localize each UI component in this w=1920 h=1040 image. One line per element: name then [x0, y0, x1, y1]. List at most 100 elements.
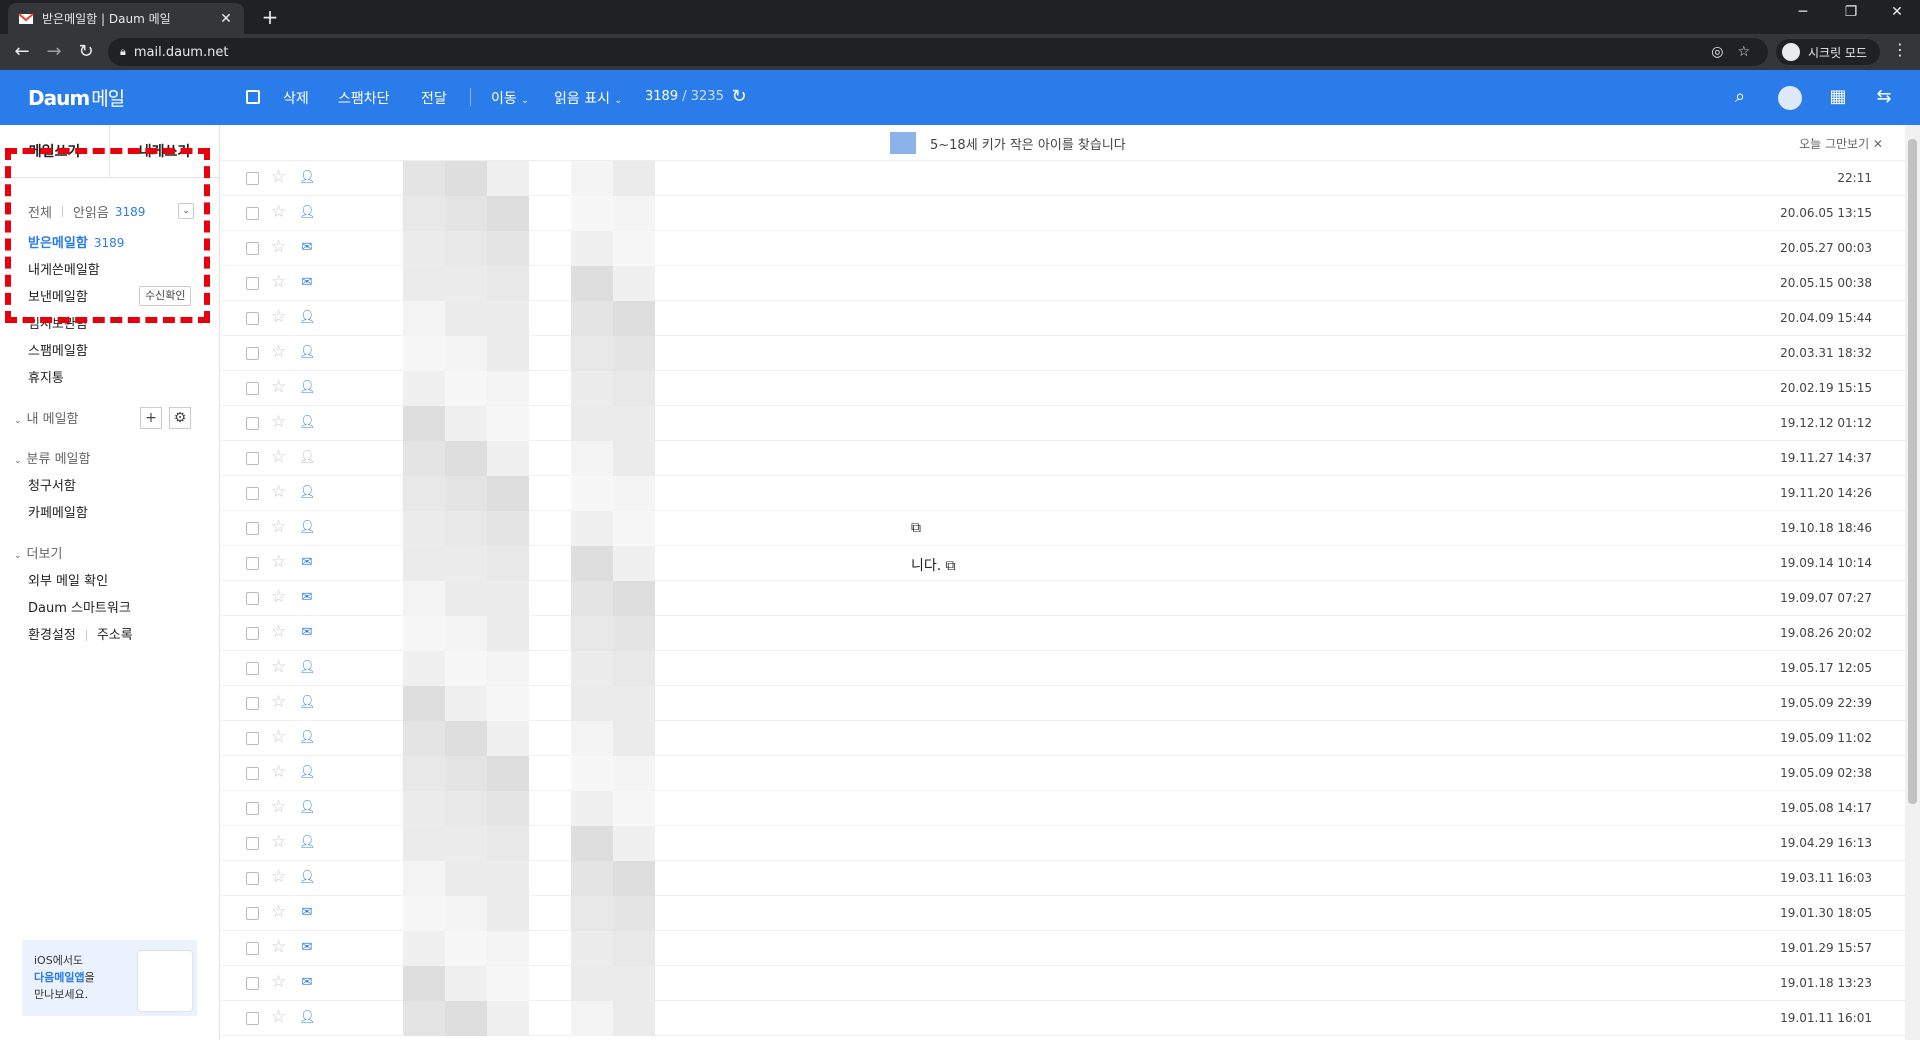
star-icon[interactable]: ☆	[271, 797, 286, 817]
star-icon[interactable]: ☆	[271, 482, 286, 502]
row-checkbox[interactable]	[246, 697, 259, 710]
star-icon[interactable]: ☆	[271, 447, 286, 467]
row-checkbox[interactable]	[246, 522, 259, 535]
category-section[interactable]: ⌄ 분류 메일함	[14, 448, 90, 467]
daum-logo[interactable]: Daum 메일	[28, 84, 125, 111]
mail-row[interactable]: ☆ ✉ 20.05.27 00:03	[221, 231, 1905, 266]
mail-row[interactable]: ☆ 👤︎ 20.06.05 13:15	[221, 196, 1905, 231]
star-icon[interactable]: ☆	[271, 762, 286, 782]
bookmark-star-icon[interactable]: ☆	[1737, 44, 1750, 60]
star-icon[interactable]: ☆	[271, 587, 286, 607]
mailbox-cafe[interactable]: 카페메일함	[28, 502, 88, 521]
delete-button[interactable]: 삭제	[283, 88, 309, 108]
incognito-badge[interactable]: 시크릿 모드	[1776, 39, 1880, 65]
switch-view-icon[interactable]: ⇆	[1871, 84, 1897, 110]
add-mailbox-icon[interactable]: +	[140, 407, 162, 429]
reload-icon[interactable]: ↻	[74, 40, 98, 64]
more-section[interactable]: ⌄ 더보기	[14, 543, 62, 562]
star-icon[interactable]: ☆	[271, 1007, 286, 1027]
star-icon[interactable]: ☆	[271, 622, 286, 642]
scrollbar[interactable]	[1905, 125, 1920, 1040]
mail-row[interactable]: ☆ 👤︎ 19.05.09 02:38	[221, 756, 1905, 791]
row-checkbox[interactable]	[246, 872, 259, 885]
star-icon[interactable]: ☆	[271, 937, 286, 957]
row-checkbox[interactable]	[246, 837, 259, 850]
star-icon[interactable]: ☆	[271, 517, 286, 537]
row-checkbox[interactable]	[246, 417, 259, 430]
star-icon[interactable]: ☆	[271, 237, 286, 257]
avatar[interactable]	[1778, 86, 1802, 110]
star-icon[interactable]: ☆	[271, 867, 286, 887]
row-checkbox[interactable]	[246, 662, 259, 675]
row-checkbox[interactable]	[246, 242, 259, 255]
star-icon[interactable]: ☆	[271, 342, 286, 362]
row-checkbox[interactable]	[246, 732, 259, 745]
star-icon[interactable]: ☆	[271, 902, 286, 922]
notice-close-button[interactable]: 오늘 그만보기 ✕	[1799, 135, 1883, 152]
browser-menu-icon[interactable]: ⋮	[1892, 40, 1908, 59]
notice-banner[interactable]: 5~18세 키가 작은 아이를 찾습니다 오늘 그만보기 ✕	[221, 125, 1905, 161]
row-checkbox[interactable]	[246, 802, 259, 815]
star-icon[interactable]: ☆	[271, 832, 286, 852]
mail-row[interactable]: ☆ ✉ 19.01.30 18:05	[221, 896, 1905, 931]
mail-row[interactable]: ☆ 👤︎ 19.01.11 16:01	[221, 1001, 1905, 1036]
settings-link[interactable]: 환경설정	[28, 628, 76, 643]
address-bar[interactable]: 🔒︎ mail.daum.net ◎ ☆	[108, 38, 1768, 66]
mail-row[interactable]: ☆ 👤︎ 19.05.17 12:05	[221, 651, 1905, 686]
mark-read-dropdown[interactable]: 읽음 표시 ⌄	[554, 88, 622, 108]
mail-row[interactable]: ☆ ✉ 19.09.07 07:27	[221, 581, 1905, 616]
star-icon[interactable]: ☆	[271, 202, 286, 222]
mail-subject[interactable]: ⧉	[911, 520, 921, 536]
back-icon[interactable]: ←	[10, 40, 34, 64]
star-icon[interactable]: ☆	[271, 412, 286, 432]
mail-row[interactable]: ☆ 👤︎ 20.03.31 18:32	[221, 336, 1905, 371]
mail-row[interactable]: ☆ ✉ 19.01.29 15:57	[221, 931, 1905, 966]
row-checkbox[interactable]	[246, 907, 259, 920]
tab-close-icon[interactable]: ✕	[218, 11, 234, 27]
mail-row[interactable]: ☆ 👤︎ 19.04.29 16:13	[221, 826, 1905, 861]
tracking-blocked-icon[interactable]: ◎	[1711, 44, 1723, 60]
mail-row[interactable]: ☆ 👤︎ 20.04.09 15:44	[221, 301, 1905, 336]
minimize-icon[interactable]: ─	[1788, 4, 1818, 20]
star-icon[interactable]: ☆	[271, 552, 286, 572]
row-checkbox[interactable]	[246, 767, 259, 780]
my-mailbox-section[interactable]: ⌄ 내 메일함	[14, 408, 79, 427]
mail-row[interactable]: ☆ 👤︎ 22:11	[221, 161, 1905, 196]
mail-row[interactable]: ☆ 👤︎ 19.03.11 16:03	[221, 861, 1905, 896]
app-promo-banner[interactable]: iOS에서도 다음메일앱을 만나보세요.	[22, 940, 197, 1016]
star-icon[interactable]: ☆	[271, 657, 286, 677]
forward-button[interactable]: 전달	[421, 88, 447, 108]
forward-icon[interactable]: →	[42, 40, 66, 64]
row-checkbox[interactable]	[246, 452, 259, 465]
select-all-checkbox[interactable]	[246, 90, 260, 104]
mail-row[interactable]: ☆ ✉ 19.08.26 20:02	[221, 616, 1905, 651]
mail-row[interactable]: ☆ ✉ 20.05.15 00:38	[221, 266, 1905, 301]
row-checkbox[interactable]	[246, 977, 259, 990]
row-checkbox[interactable]	[246, 487, 259, 500]
star-icon[interactable]: ☆	[271, 972, 286, 992]
star-icon[interactable]: ☆	[271, 307, 286, 327]
restore-icon[interactable]: ❐	[1836, 4, 1866, 20]
external-mail-link[interactable]: 외부 메일 확인	[28, 570, 108, 589]
row-checkbox[interactable]	[246, 312, 259, 325]
browser-tab[interactable]: 받은메일함 | Daum 메일 ✕	[8, 3, 244, 34]
star-icon[interactable]: ☆	[271, 272, 286, 292]
star-icon[interactable]: ☆	[271, 377, 286, 397]
mail-row[interactable]: ☆ 👤︎ 19.05.08 14:17	[221, 791, 1905, 826]
row-checkbox[interactable]	[246, 1012, 259, 1025]
row-checkbox[interactable]	[246, 592, 259, 605]
refresh-icon[interactable]: ↻	[726, 84, 752, 110]
smartwork-link[interactable]: Daum 스마트워크	[28, 597, 131, 616]
mail-row[interactable]: ☆ 👤︎ 19.11.20 14:26	[221, 476, 1905, 511]
mail-row[interactable]: ☆ 👤︎ 19.05.09 22:39	[221, 686, 1905, 721]
mail-row[interactable]: ☆ ✉ 19.01.18 13:23	[221, 966, 1905, 1001]
row-checkbox[interactable]	[246, 347, 259, 360]
star-icon[interactable]: ☆	[271, 167, 286, 187]
mail-row[interactable]: ☆ ✉ 니다. ⧉ 19.09.14 10:14	[221, 546, 1905, 581]
row-checkbox[interactable]	[246, 172, 259, 185]
row-checkbox[interactable]	[246, 942, 259, 955]
mail-row[interactable]: ☆ 👤︎ 20.02.19 15:15	[221, 371, 1905, 406]
star-icon[interactable]: ☆	[271, 692, 286, 712]
mailbox-spam[interactable]: 스팸메일함	[28, 340, 88, 359]
mail-row[interactable]: ☆ 👤︎ 19.12.12 01:12	[221, 406, 1905, 441]
